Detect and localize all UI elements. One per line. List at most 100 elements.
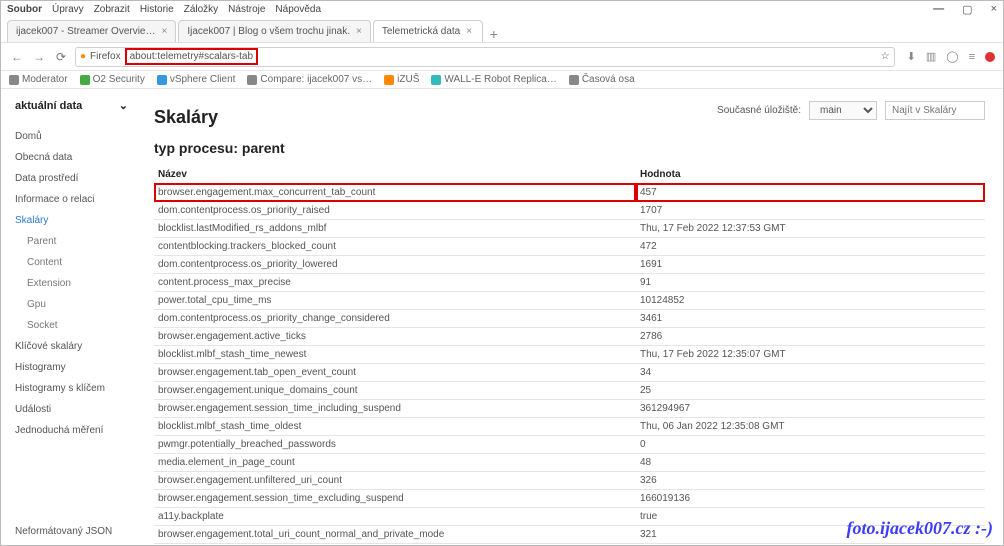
menu-help[interactable]: Nápověda	[275, 4, 321, 15]
favicon-icon	[431, 75, 441, 85]
close-button[interactable]: ×	[991, 3, 997, 16]
tab-label: Ijacek007 | Blog o všem trochu jinak.	[187, 26, 350, 37]
cell-name: pwmgr.potentially_breached_passwords	[154, 436, 636, 454]
menu-history[interactable]: Historie	[140, 4, 174, 15]
sidebar-subitem[interactable]: Parent	[15, 231, 128, 252]
cell-name: browser.engagement.tab_open_event_count	[154, 364, 636, 382]
table-row: contentblocking.trackers_blocked_count47…	[154, 238, 985, 256]
cell-name: dom.contentprocess.os_priority_raised	[154, 202, 636, 220]
sidebar-item[interactable]: Obecná data	[15, 147, 128, 168]
bookmark-item[interactable]: Časová osa	[569, 74, 635, 85]
sidebar-subitem[interactable]: Gpu	[15, 294, 128, 315]
favicon-icon	[569, 75, 579, 85]
cell-name: browser.engagement.active_ticks	[154, 328, 636, 346]
cell-value: 457	[636, 184, 985, 202]
bookmark-star-icon[interactable]: ☆	[881, 51, 890, 62]
cell-name: dom.contentprocess.os_priority_lowered	[154, 256, 636, 274]
sidebar-item[interactable]: Informace o relaci	[15, 189, 128, 210]
cell-value: Thu, 06 Jan 2022 12:35:08 GMT	[636, 418, 985, 436]
bookmark-label: WALL-E Robot Replica…	[444, 74, 556, 85]
menu-tools[interactable]: Nástroje	[228, 4, 265, 15]
page-title: Skaláry	[154, 107, 218, 128]
reload-button[interactable]: ⟳	[53, 50, 69, 64]
ublock-icon[interactable]	[985, 52, 995, 62]
table-row: browser.engagement.unique_domains_count2…	[154, 382, 985, 400]
sidebar-item[interactable]: Události	[15, 399, 128, 420]
bookmark-item[interactable]: WALL-E Robot Replica…	[431, 74, 556, 85]
favicon-icon	[384, 75, 394, 85]
menu-view[interactable]: Zobrazit	[94, 4, 130, 15]
store-label: Současné úložiště:	[717, 105, 801, 116]
bookmark-item[interactable]: vSphere Client	[157, 74, 236, 85]
cell-value: 91	[636, 274, 985, 292]
close-icon[interactable]: ×	[162, 26, 168, 37]
sidebar: aktuální data ⌄ DomůObecná dataData pros…	[1, 89, 136, 545]
cell-value: dump_match	[636, 544, 985, 546]
menu-bar: Soubor Úpravy Zobrazit Historie Záložky …	[1, 1, 1003, 18]
table-row: pwmgr.potentially_breached_passwords0	[154, 436, 985, 454]
cell-value: Thu, 17 Feb 2022 12:37:53 GMT	[636, 220, 985, 238]
bookmark-item[interactable]: iZUŠ	[384, 74, 419, 85]
sidebar-item[interactable]: Data prostředí	[15, 168, 128, 189]
new-tab-button[interactable]: +	[485, 26, 503, 42]
sidebar-subitem[interactable]: Socket	[15, 315, 128, 336]
sidebar-subitem[interactable]: Extension	[15, 273, 128, 294]
browser-tab-1[interactable]: Ijacek007 | Blog o všem trochu jinak. ×	[178, 20, 371, 42]
bookmarks-bar: Moderator O2 Security vSphere Client Compar…	[1, 70, 1003, 89]
store-select[interactable]: main	[809, 101, 877, 120]
minimize-button[interactable]: —	[933, 3, 944, 16]
sidebar-item[interactable]: Domů	[15, 126, 128, 147]
bookmark-item[interactable]: O2 Security	[80, 74, 145, 85]
sidebar-subitem[interactable]: Content	[15, 252, 128, 273]
table-row: blocklist.mlbf_sourcedump_match	[154, 544, 985, 546]
cell-value: 25	[636, 382, 985, 400]
table-row: blocklist.lastModified_rs_addons_mlbfThu…	[154, 220, 985, 238]
raw-json-link[interactable]: Neformátovaný JSON	[15, 526, 112, 537]
sidebar-item[interactable]: Klíčové skaláry	[15, 336, 128, 357]
extension-icon[interactable]: ▥	[926, 50, 936, 63]
scalars-table: Název Hodnota browser.engagement.max_con…	[154, 166, 985, 545]
cell-name: browser.engagement.unfiltered_uri_count	[154, 472, 636, 490]
favicon-icon	[157, 75, 167, 85]
cell-value: 361294967	[636, 400, 985, 418]
menu-icon[interactable]: ≡	[969, 51, 975, 63]
forward-button[interactable]: →	[31, 50, 47, 64]
current-data-toggle[interactable]: aktuální data ⌄	[15, 99, 128, 112]
search-input[interactable]	[885, 101, 985, 120]
sidebar-item[interactable]: Skaláry	[15, 210, 128, 231]
sidebar-item[interactable]: Histogramy	[15, 357, 128, 378]
menu-edit[interactable]: Úpravy	[52, 4, 84, 15]
url-bar[interactable]: ● Firefox about:telemetry#scalars-tab ☆	[75, 47, 895, 67]
menu-file[interactable]: Soubor	[7, 4, 42, 15]
close-icon[interactable]: ×	[356, 26, 362, 37]
close-icon[interactable]: ×	[466, 26, 472, 37]
favicon-icon	[9, 75, 19, 85]
browser-tab-0[interactable]: ijacek007 - Streamer Overvie… ×	[7, 20, 176, 42]
account-icon[interactable]: ◯	[946, 50, 958, 63]
table-row: browser.engagement.active_ticks2786	[154, 328, 985, 346]
bookmark-item[interactable]: Compare: ijacek007 vs…	[247, 74, 372, 85]
menu-bookmarks[interactable]: Záložky	[184, 4, 218, 15]
window-controls: — ▢ ×	[933, 3, 997, 16]
table-row: power.total_cpu_time_ms10124852	[154, 292, 985, 310]
cell-name: browser.engagement.total_uri_count_norma…	[154, 526, 636, 544]
url-prefix: Firefox	[90, 51, 121, 62]
cell-name: browser.engagement.unique_domains_count	[154, 382, 636, 400]
watermark: foto.ijacek007.cz :-)	[847, 518, 993, 539]
table-row: browser.engagement.session_time_excludin…	[154, 490, 985, 508]
sidebar-item[interactable]: Jednoduchá měření	[15, 420, 128, 441]
tab-label: ijacek007 - Streamer Overvie…	[16, 26, 156, 37]
maximize-button[interactable]: ▢	[962, 3, 972, 16]
sidebar-item[interactable]: Histogramy s klíčem	[15, 378, 128, 399]
table-row: browser.engagement.unfiltered_uri_count3…	[154, 472, 985, 490]
download-icon[interactable]: ⬇	[907, 50, 916, 63]
bookmark-item[interactable]: Moderator	[9, 74, 68, 85]
favicon-icon	[247, 75, 257, 85]
cell-name: power.total_cpu_time_ms	[154, 292, 636, 310]
back-button[interactable]: ←	[9, 50, 25, 64]
cell-value: Thu, 17 Feb 2022 12:35:07 GMT	[636, 346, 985, 364]
browser-tab-2[interactable]: Telemetrická data×	[373, 20, 483, 42]
cell-name: blocklist.lastModified_rs_addons_mlbf	[154, 220, 636, 238]
main-content: Skaláry Současné úložiště: main typ proc…	[136, 89, 1003, 545]
cell-name: dom.contentprocess.os_priority_change_co…	[154, 310, 636, 328]
